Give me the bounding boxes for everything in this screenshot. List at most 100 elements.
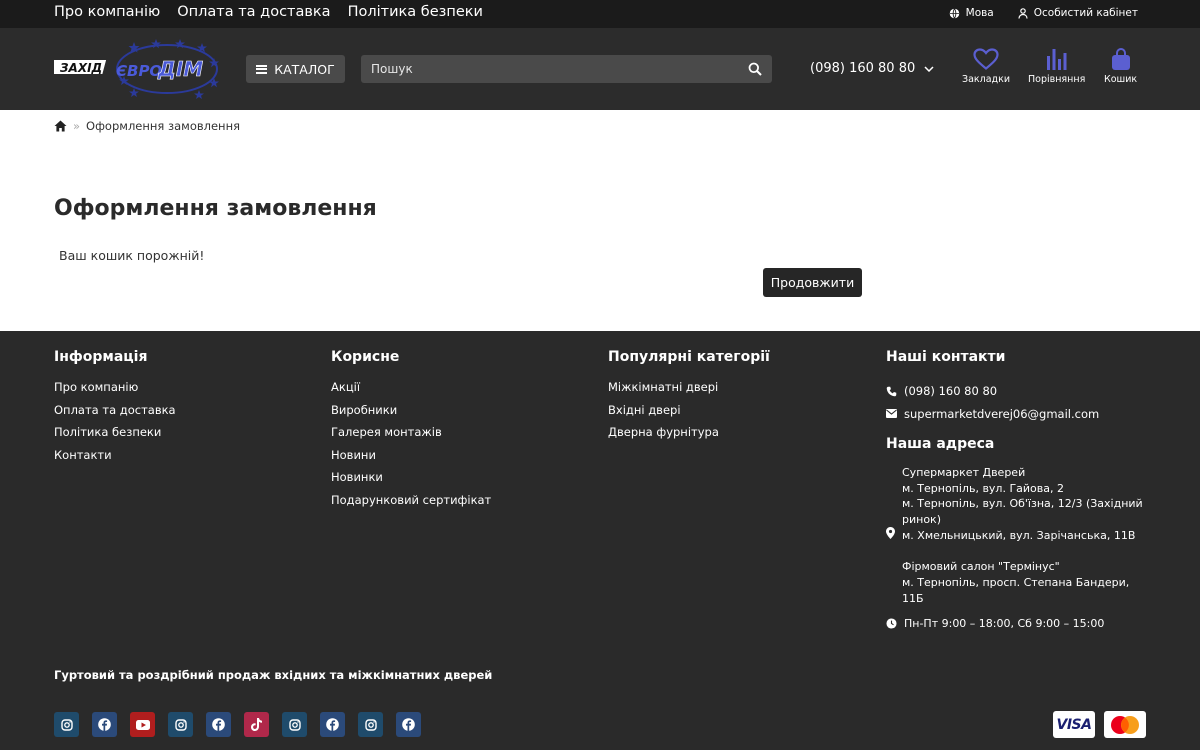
visa-logo: VISA	[1053, 711, 1095, 738]
compare-icon	[1046, 49, 1067, 70]
facebook-icon	[98, 718, 111, 731]
footer-info-column: Інформація Про компанію Оплата та достав…	[54, 349, 176, 470]
envelope-icon	[886, 409, 897, 419]
footer-email-text: supermarketdverej06@gmail.com	[904, 406, 1100, 421]
address-line: Супермаркет Дверей	[902, 466, 1026, 479]
user-icon	[1018, 7, 1028, 19]
location-pin-icon	[886, 527, 895, 539]
language-label: Мова	[965, 7, 994, 19]
address-line: м. Тернопіль, вул. Об'їзна, 12/3 (Західн…	[902, 497, 1143, 527]
footer-link-promotions[interactable]: Акції	[331, 380, 491, 403]
footer-link-privacy[interactable]: Політика безпеки	[54, 425, 176, 448]
cart-link[interactable]: Кошик	[1104, 48, 1137, 85]
salon-line: Фірмовий салон "Термінус"	[902, 560, 1060, 574]
page-title: Оформлення замовлення	[54, 196, 377, 221]
address-line: м. Тернопіль, вул. Гайова, 2	[902, 481, 1064, 495]
language-selector[interactable]: Мова	[949, 7, 994, 19]
account-link[interactable]: Особистий кабінет	[1018, 7, 1138, 19]
footer-phone[interactable]: (098) 160 80 80	[886, 380, 1148, 403]
tiktok-icon	[251, 718, 262, 731]
account-label: Особистий кабінет	[1033, 7, 1138, 19]
social-links	[54, 712, 421, 737]
top-nav: Про компанію Оплата та доставка Політика…	[54, 4, 483, 20]
mastercard-logo	[1104, 711, 1146, 738]
working-hours: Пн-Пт 9:00 – 18:00, Сб 9:00 – 15:00	[886, 617, 1148, 630]
facebook-link[interactable]	[396, 712, 421, 737]
home-icon[interactable]	[54, 120, 67, 132]
top-nav-about[interactable]: Про компанію	[54, 4, 160, 20]
facebook-icon	[326, 718, 339, 731]
globe-icon	[949, 7, 959, 19]
payment-methods: VISA	[1053, 711, 1146, 738]
footer-contacts-column: Наші контакти (098) 160 80 80 supermarke…	[886, 349, 1148, 630]
bookmarks-link[interactable]: Закладки	[962, 48, 1010, 85]
catalog-label: КАТАЛОГ	[274, 61, 335, 77]
instagram-link[interactable]	[358, 712, 383, 737]
facebook-icon	[402, 718, 415, 731]
instagram-icon	[60, 718, 73, 731]
tiktok-link[interactable]	[244, 712, 269, 737]
header: ЗАХІД ЄВРО ДІМ КАТАЛОГ (098) 160 80 80 З…	[0, 28, 1200, 110]
footer-phone-text: (098) 160 80 80	[904, 384, 998, 399]
instagram-link[interactable]	[282, 712, 307, 737]
footer-link-contacts[interactable]: Контакти	[54, 448, 176, 471]
instagram-icon	[288, 718, 301, 731]
phone-icon	[886, 386, 897, 397]
footer-link-about[interactable]: Про компанію	[54, 380, 176, 403]
svg-text:ДІМ: ДІМ	[157, 57, 203, 81]
footer-email[interactable]: supermarketdverej06@gmail.com	[886, 403, 1148, 426]
footer-popular-column: Популярні категорії Міжкімнатні двері Вх…	[608, 349, 770, 448]
footer-tagline: Гуртовий та роздрібний продаж вхідних та…	[54, 668, 493, 682]
footer-useful-column: Корисне Акції Виробники Галерея монтажів…	[331, 349, 491, 515]
instagram-icon	[364, 718, 377, 731]
footer-link-manufacturers[interactable]: Виробники	[331, 403, 491, 426]
cart-label: Кошик	[1104, 74, 1138, 85]
search-input[interactable]	[361, 55, 731, 83]
bookmarks-label: Закладки	[962, 74, 1011, 85]
instagram-icon	[174, 718, 187, 731]
footer-link-interior-doors[interactable]: Міжкімнатні двері	[608, 380, 770, 403]
search-icon[interactable]	[748, 62, 762, 76]
visa-label: VISA	[1056, 716, 1092, 733]
address-line: м. Хмельницький, вул. Зарічанська, 11В	[902, 528, 1136, 542]
instagram-link[interactable]	[54, 712, 79, 737]
facebook-link[interactable]	[92, 712, 117, 737]
breadcrumb-current[interactable]: Оформлення замовлення	[86, 119, 240, 133]
facebook-icon	[212, 718, 225, 731]
footer-link-payment-delivery[interactable]: Оплата та доставка	[54, 403, 176, 426]
footer-contacts-title: Наші контакти	[886, 349, 1006, 365]
svg-text:ЄВРО: ЄВРО	[116, 62, 162, 80]
catalog-button[interactable]: КАТАЛОГ	[246, 55, 345, 83]
footer-link-door-hardware[interactable]: Дверна фурнітура	[608, 425, 770, 448]
footer-link-gallery[interactable]: Галерея монтажів	[331, 425, 491, 448]
top-nav-privacy[interactable]: Політика безпеки	[348, 4, 483, 20]
footer-link-new-products[interactable]: Новинки	[331, 470, 491, 493]
youtube-link[interactable]	[130, 712, 155, 737]
footer-link-gift-certificate[interactable]: Подарунковий сертифікат	[331, 493, 491, 516]
compare-link[interactable]: Порівняння	[1028, 48, 1085, 85]
youtube-icon	[135, 719, 150, 730]
heart-icon	[973, 48, 999, 70]
empty-cart-message: Ваш кошик порожній!	[59, 248, 205, 263]
footer-address-title: Наша адреса	[886, 436, 995, 452]
menu-icon	[256, 64, 268, 74]
footer-info-title: Інформація	[54, 349, 148, 365]
mastercard-icon	[1111, 715, 1139, 734]
breadcrumb-separator: »	[73, 119, 81, 133]
footer-link-news[interactable]: Новини	[331, 448, 491, 471]
svg-text:ЗАХІД: ЗАХІД	[60, 61, 102, 75]
salon-line: м. Тернопіль, просп. Степана Бандери, 11…	[902, 575, 1130, 605]
footer: Інформація Про компанію Оплата та достав…	[0, 331, 1200, 750]
continue-button[interactable]: Продовжити	[763, 268, 862, 297]
footer-useful-title: Корисне	[331, 349, 400, 365]
top-nav-payment-delivery[interactable]: Оплата та доставка	[177, 4, 330, 20]
footer-link-entrance-doors[interactable]: Вхідні двері	[608, 403, 770, 426]
phone-dropdown[interactable]: (098) 160 80 80	[810, 61, 934, 76]
logo[interactable]: ЗАХІД ЄВРО ДІМ	[44, 38, 224, 100]
facebook-link[interactable]	[206, 712, 231, 737]
facebook-link[interactable]	[320, 712, 345, 737]
instagram-link[interactable]	[168, 712, 193, 737]
clock-icon	[886, 618, 897, 629]
footer-popular-title: Популярні категорії	[608, 349, 770, 365]
search-bar	[361, 55, 772, 83]
